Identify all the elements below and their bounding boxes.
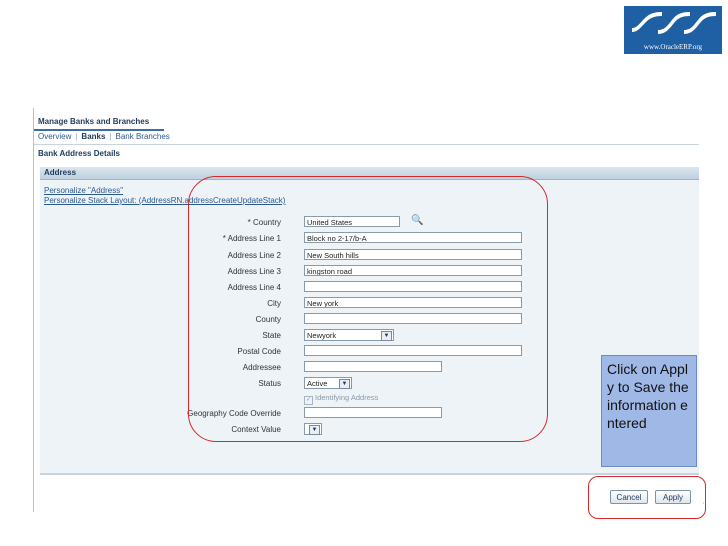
tab-banks[interactable]: Banks: [81, 132, 105, 141]
sub-tabs: Overview | Banks | Bank Branches: [38, 132, 170, 141]
app-title: Manage Banks and Branches: [38, 117, 150, 126]
buttons-highlight-box: [588, 476, 706, 519]
tab-separator: |: [75, 132, 78, 141]
tab-separator: |: [109, 132, 112, 141]
divider: [34, 144, 699, 145]
title-underline: [34, 129, 164, 131]
logo-caption: www.OracleERP.org: [643, 43, 703, 51]
oracle-erp-logo: www.OracleERP.org: [624, 6, 722, 54]
logo-mark-icon: [632, 12, 716, 34]
tab-overview[interactable]: Overview: [38, 132, 71, 141]
page-title: Bank Address Details: [38, 149, 120, 158]
personalize-address-link[interactable]: Personalize "Address": [44, 186, 123, 195]
form-highlight-oval: [188, 176, 548, 442]
instruction-callout: Click on Apply to Save the information e…: [601, 355, 697, 467]
tab-bank-branches[interactable]: Bank Branches: [116, 132, 170, 141]
